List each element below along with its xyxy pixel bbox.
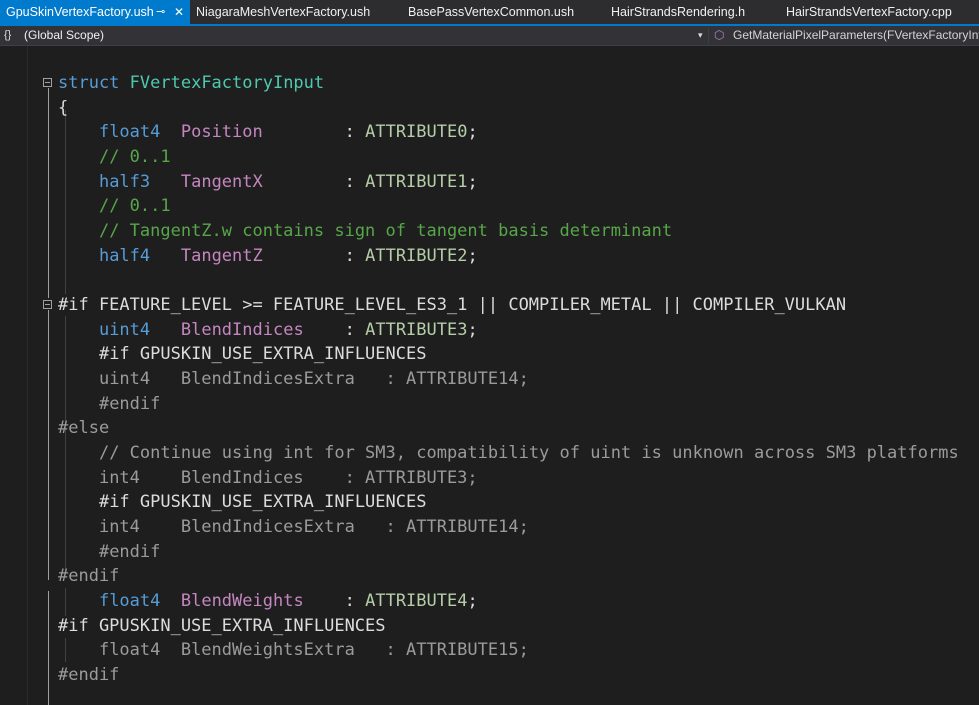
semantic: ATTRIBUTE1	[365, 171, 468, 192]
code-line: half4 TangentZ : ATTRIBUTE2;	[58, 244, 478, 269]
code-line: float4 Position : ATTRIBUTE0;	[58, 120, 478, 145]
preprocessor-endif: #endif	[58, 665, 120, 685]
code-line: #else	[58, 416, 109, 441]
code-line: uint4 BlendIndices : ATTRIBUTE3;	[58, 318, 478, 343]
code-line: int4 BlendIndices : ATTRIBUTE3;	[58, 466, 478, 491]
code-line: // 0..1	[58, 145, 171, 170]
code-line: #if FEATURE_LEVEL >= FEATURE_LEVEL_ES3_1…	[58, 293, 846, 318]
type: half3	[98, 171, 151, 192]
member-name: BlendWeights	[180, 590, 304, 611]
tab-label: NiagaraMeshVertexFactory.ush	[196, 5, 371, 19]
code-line: float4 BlendWeights : ATTRIBUTE4;	[58, 589, 478, 614]
comment: // TangentZ.w contains sign of tangent b…	[98, 221, 673, 241]
type: uint4	[98, 319, 151, 340]
separator: :	[262, 245, 366, 266]
inactive-comment: // Continue using int for SM3, compatibi…	[98, 442, 959, 463]
tab-label: GpuSkinVertexFactory.ush	[6, 5, 154, 19]
semantic: ATTRIBUTE0	[365, 122, 468, 142]
code-line: #endif	[58, 540, 160, 565]
inactive-code: float4 BlendWeightsExtra : ATTRIBUTE15;	[98, 640, 529, 660]
struct-name: FVertexFactoryInput	[129, 73, 325, 93]
semantic: ATTRIBUTE4	[365, 590, 468, 611]
inactive-code: uint4 BlendIndicesExtra : ATTRIBUTE14;	[98, 368, 529, 389]
member-name: Position	[180, 122, 263, 142]
code-line: struct FVertexFactoryInput	[58, 71, 324, 96]
cube-icon: ⬡	[714, 28, 725, 42]
tab-hairstrandsrendering[interactable]: HairStrandsRendering.h	[605, 0, 775, 24]
pin-icon[interactable]: ⊸	[156, 0, 165, 24]
preprocessor-if: #if FEATURE_LEVEL >= FEATURE_LEVEL_ES3_1…	[58, 294, 847, 315]
code-line: // 0..1	[58, 194, 171, 219]
chevron-down-icon[interactable]: ▾	[698, 26, 703, 45]
preprocessor-if: #if GPUSKIN_USE_EXTRA_INFLUENCES	[98, 492, 427, 512]
separator: :	[262, 122, 366, 142]
code-line: #endif	[58, 663, 119, 688]
braces-icon: {}	[4, 29, 12, 41]
collapse-icon[interactable]	[43, 78, 52, 87]
semicolon: ;	[467, 245, 478, 266]
member-name: TangentX	[180, 171, 263, 192]
tab-label: HairStrandsVertexFactory.cpp	[786, 5, 952, 19]
divider	[708, 28, 709, 43]
semicolon: ;	[467, 171, 478, 192]
inactive-code: int4 BlendIndices : ATTRIBUTE3;	[98, 467, 478, 488]
preprocessor-endif: #endif	[98, 541, 161, 562]
margin-divider	[27, 46, 28, 705]
code-line: {	[58, 96, 68, 121]
close-icon[interactable]: ✕	[174, 0, 184, 24]
separator: :	[303, 319, 366, 340]
code-line: // TangentZ.w contains sign of tangent b…	[58, 219, 672, 244]
semicolon: ;	[467, 122, 478, 142]
keyword: struct	[58, 73, 120, 93]
separator: :	[262, 171, 366, 192]
comment: // 0..1	[98, 146, 171, 167]
code-line: #if GPUSKIN_USE_EXTRA_INFLUENCES	[58, 614, 386, 639]
semicolon: ;	[467, 319, 478, 340]
code-editor[interactable]: struct FVertexFactoryInput { float4 Posi…	[0, 46, 979, 705]
code-line: float4 BlendWeightsExtra : ATTRIBUTE15;	[58, 638, 529, 663]
fold-line	[48, 591, 49, 705]
code-line: #if GPUSKIN_USE_EXTRA_INFLUENCES	[58, 342, 427, 367]
preprocessor-endif: #endif	[98, 393, 161, 414]
member-name: BlendIndices	[180, 319, 304, 340]
comment: // 0..1	[98, 196, 171, 216]
tab-label: HairStrandsRendering.h	[611, 5, 746, 19]
navigation-bar: {} (Global Scope) ▾ ⬡ GetMaterialPixelPa…	[0, 26, 979, 46]
code-line: uint4 BlendIndicesExtra : ATTRIBUTE14;	[58, 367, 529, 392]
member-dropdown[interactable]: GetMaterialPixelParameters(FVertexFactor…	[733, 26, 979, 45]
tab-niagarameshvertexfactory[interactable]: NiagaraMeshVertexFactory.ush	[190, 0, 390, 24]
scope-dropdown[interactable]: (Global Scope)	[24, 26, 104, 45]
code-line: #endif	[58, 392, 160, 417]
code-line: // Continue using int for SM3, compatibi…	[58, 441, 959, 466]
preprocessor-if: #if GPUSKIN_USE_EXTRA_INFLUENCES	[98, 344, 427, 364]
fold-line	[48, 310, 49, 580]
inactive-code: int4 BlendIndicesExtra : ATTRIBUTE14;	[98, 516, 529, 537]
tab-hairstrandsvertexfactory[interactable]: HairStrandsVertexFactory.cpp	[780, 0, 979, 24]
tab-label: BasePassVertexCommon.ush	[408, 5, 575, 19]
semicolon: ;	[467, 590, 478, 611]
fold-line	[48, 88, 49, 298]
type: float4	[98, 122, 161, 142]
collapse-icon[interactable]	[43, 300, 52, 309]
preprocessor-else: #else	[58, 418, 110, 438]
type: float4	[98, 590, 161, 611]
preprocessor-endif: #endif	[58, 566, 120, 586]
code-line: int4 BlendIndicesExtra : ATTRIBUTE14;	[58, 515, 529, 540]
semantic: ATTRIBUTE2	[365, 245, 468, 266]
preprocessor-if: #if GPUSKIN_USE_EXTRA_INFLUENCES	[58, 615, 386, 636]
code-line: #if GPUSKIN_USE_EXTRA_INFLUENCES	[58, 490, 427, 515]
type: half4	[98, 245, 151, 266]
tab-bar: GpuSkinVertexFactory.ush ⊸ ✕ NiagaraMesh…	[0, 0, 979, 26]
tab-basepassvertexcommon[interactable]: BasePassVertexCommon.ush	[402, 0, 592, 24]
editor-margin	[0, 46, 30, 705]
code-line: #endif	[58, 564, 119, 589]
member-name: TangentZ	[180, 245, 263, 266]
code-line: half3 TangentX : ATTRIBUTE1;	[58, 170, 478, 195]
semantic: ATTRIBUTE3	[365, 319, 468, 340]
separator: :	[303, 590, 366, 611]
brace: {	[58, 97, 69, 118]
tab-gpuskinvertexfactory[interactable]: GpuSkinVertexFactory.ush ⊸ ✕	[0, 0, 190, 24]
